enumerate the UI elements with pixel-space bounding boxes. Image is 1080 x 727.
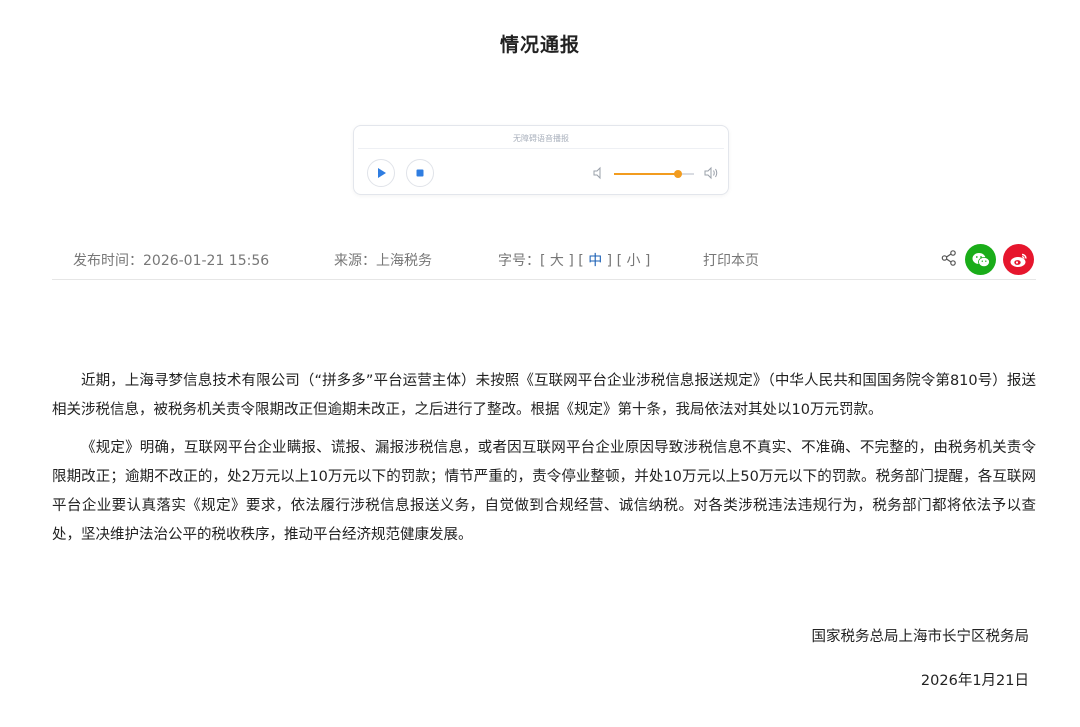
share-icon[interactable] (940, 249, 958, 267)
font-size-label: 字号： (498, 253, 540, 269)
player-label: 无障碍语音播报 (513, 134, 569, 143)
wechat-share-button[interactable] (965, 244, 996, 275)
volume-fill (614, 173, 678, 175)
source: 来源：上海税务 (334, 250, 432, 270)
issuer-signature: 国家税务总局上海市长宁区税务局 (811, 629, 1030, 645)
wechat-icon (972, 252, 990, 267)
article-paragraph: 近期，上海寻梦信息技术有限公司（“拼多多”平台运营主体）未按照《互联网平台企业涉… (52, 373, 1036, 418)
article-meta-bar: 发布时间：2026-01-21 15:56 来源：上海税务 字号：[ 大 ] [… (52, 240, 1036, 280)
publish-time-value: 2026-01-21 15:56 (143, 253, 270, 269)
page-title: 情况通报 (499, 34, 580, 56)
stop-icon (416, 169, 424, 177)
article-body: 近期，上海寻梦信息技术有限公司（“拼多多”平台运营主体）未按照《互联网平台企业涉… (52, 367, 1036, 559)
print-page-link[interactable]: 打印本页 (703, 250, 759, 270)
font-size-large[interactable]: 大 (550, 253, 564, 269)
weibo-icon (1010, 253, 1027, 267)
player-divider (358, 148, 724, 149)
volume-low-icon[interactable] (592, 166, 606, 180)
volume-high-icon[interactable] (703, 166, 721, 180)
issue-date: 2026年1月21日 (920, 673, 1029, 689)
play-button[interactable] (367, 159, 395, 187)
font-size-small[interactable]: 小 (626, 253, 640, 269)
source-label: 来源： (334, 253, 376, 269)
article-paragraph: 《规定》明确，互联网平台企业瞒报、谎报、漏报涉税信息，或者因互联网平台企业原因导… (52, 440, 1036, 543)
audio-player: 无障碍语音播报 (353, 125, 729, 195)
play-icon (378, 168, 386, 178)
weibo-share-button[interactable] (1003, 244, 1034, 275)
font-size-medium[interactable]: 中 (588, 253, 602, 269)
publish-time: 发布时间：2026-01-21 15:56 (73, 250, 269, 270)
volume-slider[interactable] (614, 170, 694, 178)
volume-handle[interactable] (674, 170, 682, 178)
source-value: 上海税务 (376, 253, 432, 269)
publish-time-label: 发布时间： (73, 253, 143, 269)
stop-button[interactable] (406, 159, 434, 187)
font-size-selector: 字号：[ 大 ] [ 中 ] [ 小 ] (498, 253, 651, 269)
